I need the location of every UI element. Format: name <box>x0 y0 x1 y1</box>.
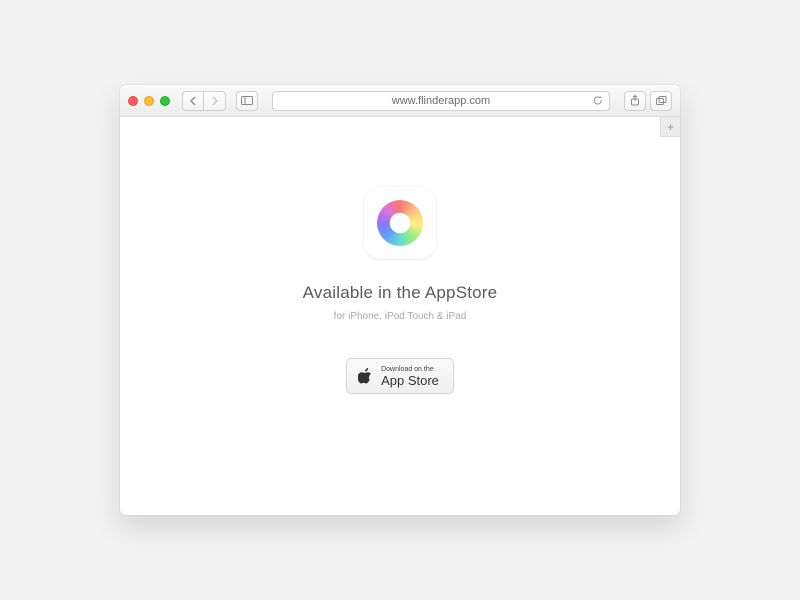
address-bar[interactable]: www.flinderapp.com <box>272 91 610 111</box>
tabs-button[interactable] <box>650 91 672 111</box>
sidebar-toggle-button[interactable] <box>236 91 258 111</box>
appstore-download-button[interactable]: Download on the App Store <box>346 358 454 394</box>
minimize-window-button[interactable] <box>144 96 154 106</box>
zoom-window-button[interactable] <box>160 96 170 106</box>
chevron-left-icon <box>190 97 196 105</box>
url-text: www.flinderapp.com <box>392 95 490 107</box>
app-icon <box>364 187 436 259</box>
appstore-text: Download on the App Store <box>381 366 439 387</box>
back-button[interactable] <box>182 91 204 111</box>
plus-icon: + <box>667 120 674 134</box>
page-content: Available in the AppStore for iPhone, iP… <box>120 117 680 515</box>
share-icon <box>630 95 640 106</box>
apple-logo-icon <box>357 368 373 384</box>
share-button[interactable] <box>624 91 646 111</box>
appstore-small-text: Download on the <box>381 366 439 373</box>
browser-window: www.flinderapp.com <box>120 85 680 515</box>
reload-icon <box>593 96 603 106</box>
tabs-icon <box>656 96 667 105</box>
color-ring-icon <box>377 200 423 246</box>
headline-text: Available in the AppStore <box>303 283 498 303</box>
forward-button[interactable] <box>204 91 226 111</box>
toolbar-right <box>624 91 672 111</box>
nav-buttons <box>182 91 226 111</box>
close-window-button[interactable] <box>128 96 138 106</box>
browser-toolbar: www.flinderapp.com <box>120 85 680 117</box>
reload-button[interactable] <box>593 96 603 106</box>
appstore-big-text: App Store <box>381 374 439 387</box>
new-tab-button[interactable]: + <box>660 117 680 137</box>
subline-text: for iPhone, iPod Touch & iPad <box>334 311 467 322</box>
chevron-right-icon <box>212 97 218 105</box>
window-controls <box>128 96 170 106</box>
sidebar-icon <box>241 96 253 105</box>
